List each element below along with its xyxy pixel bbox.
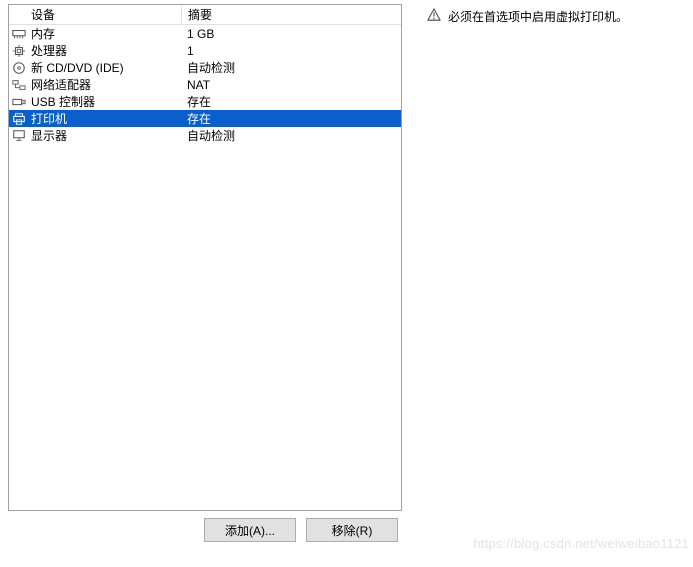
- summary-cell: 自动检测: [181, 59, 401, 76]
- device-label: 新 CD/DVD (IDE): [31, 59, 124, 76]
- device-label: USB 控制器: [31, 93, 95, 110]
- device-cell: 新 CD/DVD (IDE): [9, 59, 181, 76]
- header-device[interactable]: 设备: [9, 6, 181, 23]
- cd-icon: [11, 60, 27, 76]
- device-row[interactable]: 显示器 自动检测: [9, 127, 401, 144]
- usb-icon: [11, 94, 27, 110]
- device-cell: 处理器: [9, 42, 181, 59]
- device-label: 内存: [31, 25, 55, 42]
- device-cell: 打印机: [9, 110, 181, 127]
- device-cell: 内存: [9, 25, 181, 42]
- device-cell: 网络适配器: [9, 76, 181, 93]
- device-row[interactable]: 内存 1 GB: [9, 25, 401, 42]
- summary-cell: 存在: [181, 93, 401, 110]
- header-summary[interactable]: 摘要: [181, 6, 401, 23]
- add-button[interactable]: 添加(A)...: [204, 518, 296, 542]
- summary-cell: 1 GB: [181, 27, 401, 41]
- remove-button[interactable]: 移除(R): [306, 518, 398, 542]
- device-row[interactable]: USB 控制器 存在: [9, 93, 401, 110]
- device-row[interactable]: 网络适配器 NAT: [9, 76, 401, 93]
- column-headers: 设备 摘要: [9, 5, 401, 25]
- network-icon: [11, 77, 27, 93]
- summary-cell: NAT: [181, 78, 401, 92]
- printer-icon: [11, 111, 27, 127]
- device-label: 显示器: [31, 127, 67, 144]
- device-label: 处理器: [31, 42, 67, 59]
- cpu-icon: [11, 43, 27, 59]
- memory-icon: [11, 26, 27, 42]
- summary-cell: 存在: [181, 110, 401, 127]
- device-row[interactable]: 新 CD/DVD (IDE) 自动检测: [9, 59, 401, 76]
- warning-icon: [426, 7, 442, 23]
- device-row[interactable]: 处理器 1: [9, 42, 401, 59]
- info-note: 必须在首选项中启用虚拟打印机。: [426, 4, 628, 511]
- device-list: 内存1 GB处理器1新 CD/DVD (IDE)自动检测网络适配器NATUSB …: [9, 25, 401, 144]
- summary-cell: 1: [181, 44, 401, 58]
- watermark-text: https://blog.csdn.net/weiweibao1121: [473, 536, 689, 551]
- device-label: 网络适配器: [31, 76, 91, 93]
- device-label: 打印机: [31, 110, 67, 127]
- device-row[interactable]: 打印机 存在: [9, 110, 401, 127]
- device-cell: 显示器: [9, 127, 181, 144]
- hardware-panel: 设备 摘要 内存1 GB处理器1新 CD/DVD (IDE)自动检测网络适配器N…: [8, 4, 402, 511]
- summary-cell: 自动检测: [181, 127, 401, 144]
- info-note-text: 必须在首选项中启用虚拟打印机。: [448, 8, 628, 25]
- display-icon: [11, 128, 27, 144]
- device-cell: USB 控制器: [9, 93, 181, 110]
